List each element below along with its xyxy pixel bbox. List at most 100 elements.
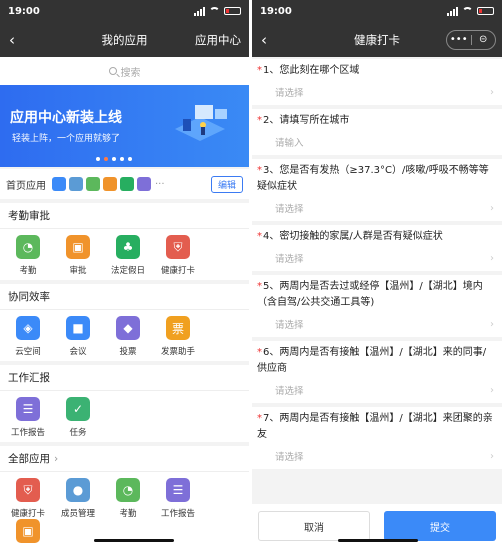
signal-icon <box>447 6 458 16</box>
back-icon[interactable]: ‹ <box>0 31 24 49</box>
question-text: 两周内是否去过或经停【温州】/【湖北】境内（含自驾/公共交通工具等) <box>257 281 483 308</box>
answer-select[interactable]: 请选择 › <box>256 85 494 100</box>
mini-program-capsule: ••• ⊝ <box>446 29 496 50</box>
question-item: *3、您是否有发热（≥37.3°C）/咳嗽/呼吸不畅等等疑似症状请选择 › <box>252 159 502 221</box>
question-text: 您是否有发热（≥37.3°C）/咳嗽/呼吸不畅等等疑似症状 <box>257 165 489 192</box>
back-icon[interactable]: ‹ <box>252 31 276 49</box>
question-title: *2、请填写所在城市 <box>256 113 494 129</box>
question-title: *5、两周内是否去过或经停【温州】/【湖北】境内（含自驾/公共交通工具等) <box>256 279 494 311</box>
chevron-right-icon: › <box>490 252 494 264</box>
nav-bar: ‹ 健康打卡 ••• ⊝ <box>252 22 502 57</box>
report-icon: ☰ <box>16 397 40 421</box>
edit-button[interactable]: 编辑 <box>210 175 243 193</box>
cancel-button[interactable]: 取消 <box>258 511 370 541</box>
app-label: 会议 <box>69 347 87 357</box>
app-label: 任务 <box>69 428 87 438</box>
question-title: *7、两周内是否有接触【温州】/【湖北】来团聚的亲友 <box>256 411 494 443</box>
app-label: 健康打卡 <box>10 509 45 519</box>
question-number: 6、 <box>263 347 280 358</box>
app-label: 工作报告 <box>160 509 195 519</box>
question-text: 两周内是否有接触【温州】/【湖北】来的同事/供应商 <box>257 347 487 374</box>
clock-icon: ◔ <box>16 235 40 259</box>
chevron-right-icon: › <box>490 86 494 98</box>
app-tile[interactable]: 票发票助手 <box>154 316 202 357</box>
question-number: 5、 <box>263 281 280 292</box>
question-title: *4、密切接触的家属/人群是否有疑似症状 <box>256 229 494 245</box>
question-number: 3、 <box>263 165 280 176</box>
app-tile[interactable]: ♣ 法定假日 <box>104 235 152 276</box>
answer-select[interactable]: 请选择 › <box>256 383 494 398</box>
app-section: 协同效率 ◈ 云空间 ■ 会议 ◆ 投票 票发票助手 <box>0 284 249 361</box>
answer-select[interactable]: 请选择 › <box>256 201 494 216</box>
answer-input[interactable]: 请输入 <box>256 135 494 149</box>
question-item: *1、您此刻在哪个区域 请选择 › <box>252 59 502 105</box>
section-title: 工作汇报 <box>0 365 249 391</box>
search-bar[interactable]: 搜索 <box>0 57 249 85</box>
banner-pager <box>96 157 132 161</box>
answer-select[interactable]: 请选择 › <box>256 449 494 464</box>
required-mark: * <box>257 413 262 424</box>
home-indicator <box>94 539 174 542</box>
home-app-shortcut-icon[interactable] <box>52 177 66 191</box>
answer-placeholder: 请选择 <box>275 88 304 99</box>
promo-banner[interactable]: 应用中心新装上线 轻装上阵，一个应用就够了 <box>0 85 249 167</box>
task-check-icon: ✓ <box>66 397 90 421</box>
answer-placeholder: 请选择 <box>275 254 304 265</box>
question-text: 两周内是否有接触【温州】/【湖北】来团聚的亲友 <box>257 413 493 440</box>
app-tile[interactable]: ⛨ 健康打卡 <box>4 478 52 519</box>
health-checkin-screen: 19:00 ‹ 健康打卡 ••• ⊝ *1、您此刻在哪个区域 请选择 › *2、请填写… <box>252 0 502 548</box>
home-app-shortcut-icon[interactable] <box>120 177 134 191</box>
home-app-icons <box>52 177 151 191</box>
app-section: 工作汇报 ☰ 工作报告 ✓ 任务 <box>0 365 249 442</box>
chevron-right-icon: › <box>490 202 494 214</box>
app-tile[interactable]: ◔ 考勤 <box>104 478 152 519</box>
app-tile[interactable]: ■ 会议 <box>54 316 102 357</box>
home-app-shortcut-icon[interactable] <box>69 177 83 191</box>
chevron-right-icon: › <box>490 384 494 396</box>
app-tile[interactable]: ☰ 工作报告 <box>4 397 52 438</box>
shield-icon: ⛨ <box>166 235 190 259</box>
answer-placeholder: 请选择 <box>275 452 304 463</box>
shield-icon: ⛨ <box>16 478 40 502</box>
answer-select[interactable]: 请选择 › <box>256 317 494 332</box>
question-item: *4、密切接触的家属/人群是否有疑似症状请选择 › <box>252 225 502 271</box>
close-circle-icon[interactable]: ⊝ <box>472 34 496 45</box>
more-menu-icon[interactable]: ••• <box>447 34 471 45</box>
answer-placeholder: 请选择 <box>275 386 304 397</box>
invoice-icon: 票 <box>166 316 190 340</box>
question-item: *5、两周内是否去过或经停【温州】/【湖北】境内（含自驾/公共交通工具等) 请选择… <box>252 275 502 337</box>
section-title[interactable]: 全部应用 › <box>0 446 249 472</box>
app-sections: 考勤审批 ◔ 考勤 ▣ 审批 ♣ 法定假日 ⛨ 健康打卡 协同效率 ◈ 云空间 ■ 会议 ◆ 投票票发票助手工… <box>0 203 249 548</box>
required-mark: * <box>257 65 262 76</box>
app-tile[interactable]: ● 成员管理 <box>54 478 102 519</box>
question-number: 1、 <box>263 65 280 76</box>
question-item: *7、两周内是否有接触【温州】/【湖北】来团聚的亲友请选择 › <box>252 407 502 469</box>
home-app-shortcut-icon[interactable] <box>137 177 151 191</box>
app-tile[interactable]: ☰ 工作报告 <box>154 478 202 519</box>
chevron-right-icon: › <box>490 318 494 330</box>
app-tile[interactable]: ◆ 投票 <box>104 316 152 357</box>
app-tile[interactable]: ✓ 任务 <box>54 397 102 438</box>
more-icon[interactable]: ··· <box>155 179 165 190</box>
app-tile[interactable]: ▣审批 <box>54 235 102 276</box>
required-mark: * <box>257 165 262 176</box>
app-label: 发票助手 <box>160 347 195 357</box>
app-tile[interactable]: ◈ 云空间 <box>4 316 52 357</box>
cube-icon: ◈ <box>16 316 40 340</box>
report-icon: ☰ <box>166 478 190 502</box>
required-mark: * <box>257 281 262 292</box>
submit-button[interactable]: 提交 <box>384 511 496 541</box>
banner-title: 应用中心新装上线 <box>10 110 122 126</box>
home-app-shortcut-icon[interactable] <box>86 177 100 191</box>
app-tile[interactable]: ⛨ 健康打卡 <box>154 235 202 276</box>
app-center-link[interactable]: 应用中心 <box>195 32 241 48</box>
app-tile[interactable]: ◔ 考勤 <box>4 235 52 276</box>
home-app-shortcut-icon[interactable] <box>103 177 117 191</box>
stamp-icon: ▣ <box>16 519 40 543</box>
app-label: 审批 <box>69 266 87 276</box>
app-tile[interactable]: ▣审批 <box>4 519 52 548</box>
search-icon <box>108 67 117 75</box>
answer-select[interactable]: 请选择 › <box>256 251 494 266</box>
banner-subtitle: 轻装上阵，一个应用就够了 <box>12 134 121 144</box>
required-mark: * <box>257 347 262 358</box>
